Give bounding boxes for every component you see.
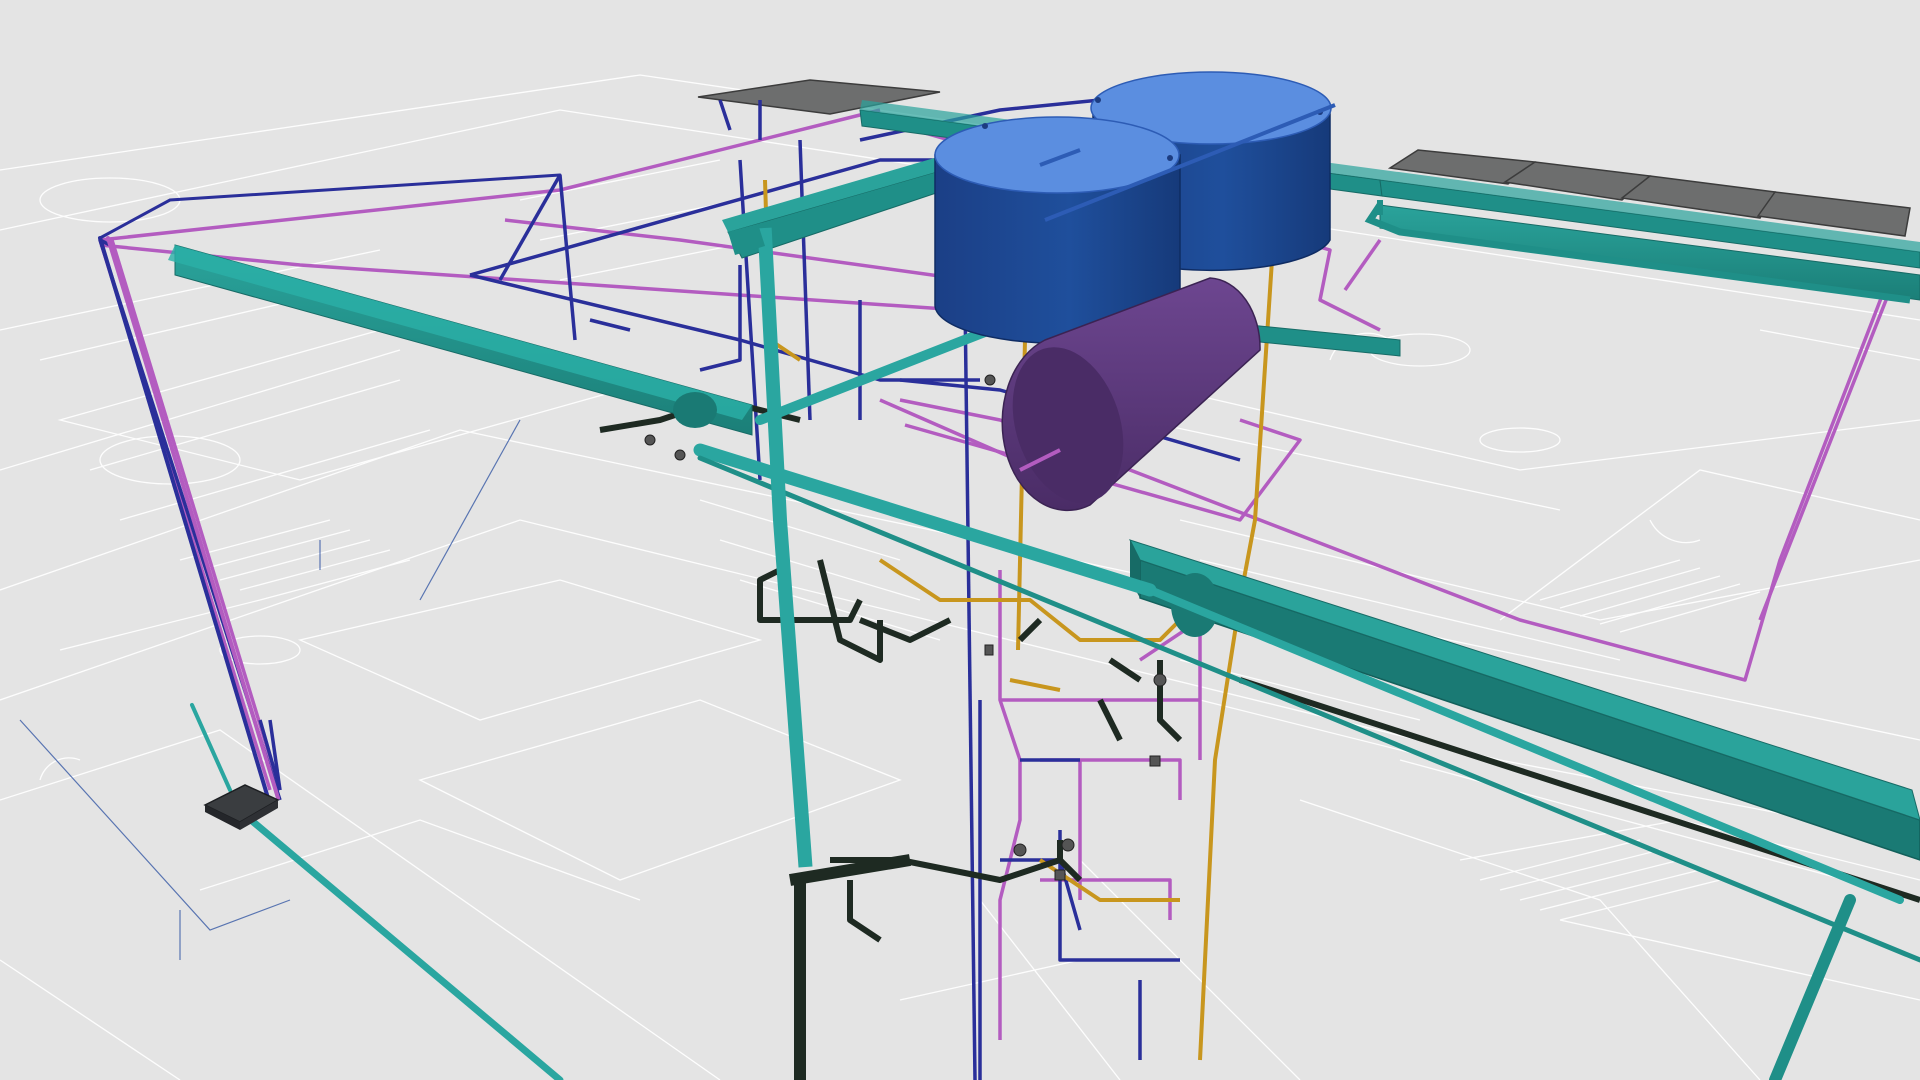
downpipe[interactable]	[190, 703, 564, 1080]
model-viewport[interactable]	[0, 0, 1920, 1080]
gutter-icon[interactable]	[1129, 539, 1920, 861]
plumbing-3d-scene[interactable]	[0, 0, 1920, 1080]
gutter-icon[interactable]	[168, 244, 753, 436]
downpipe[interactable]	[1769, 894, 1856, 1080]
downpipe[interactable]	[755, 325, 995, 425]
downpipe[interactable]	[757, 227, 813, 868]
floor-plan-outline-blue	[19, 419, 521, 960]
